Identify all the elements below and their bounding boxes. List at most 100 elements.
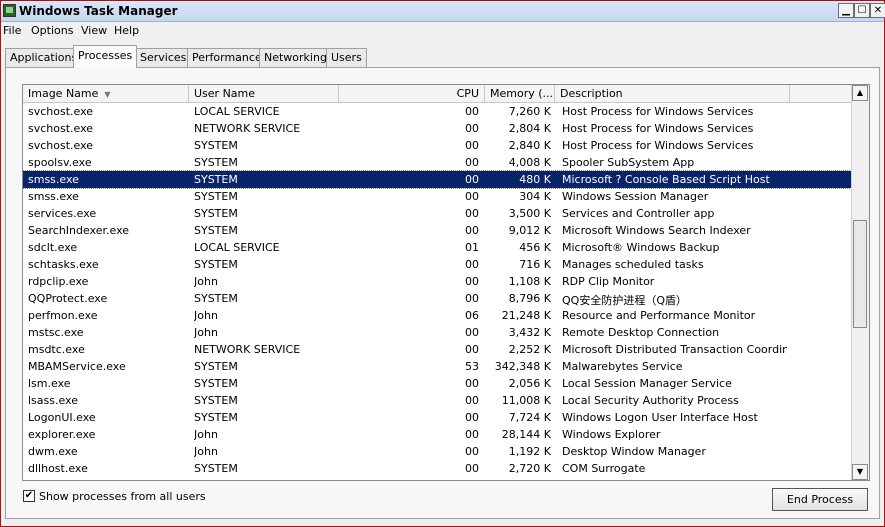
cell-user-name: NETWORK SERVICE (194, 122, 301, 135)
tab-applications[interactable]: Applications (5, 48, 83, 67)
column-header-cpu[interactable]: CPU (339, 85, 485, 102)
table-row[interactable]: sdclt.exe LOCAL SERVICE 01 456 K Microsoft® … (23, 239, 853, 256)
cell-description: Remote Desktop Connection (562, 326, 720, 339)
cell-image-name: svchost.exe (28, 122, 94, 135)
cell-cpu: 00 (465, 292, 479, 305)
menu-file[interactable]: File (3, 24, 21, 37)
table-row[interactable]: svchost.exe LOCAL SERVICE 00 7,260 K Host Pr… (23, 103, 853, 120)
column-header-user-name[interactable]: User Name (189, 85, 339, 102)
cell-user-name: LOCAL SERVICE (194, 241, 280, 254)
menu-help[interactable]: Help (114, 24, 139, 37)
cell-description: Host Process for Windows Services (562, 122, 754, 135)
cell-cpu: 06 (465, 309, 479, 322)
table-row[interactable]: rdpclip.exe John 00 1,108 K RDP Clip Monitor (23, 273, 853, 290)
column-header-description[interactable]: Description (555, 85, 790, 102)
show-all-users-checkbox[interactable]: ✔ (23, 490, 35, 502)
cell-cpu: 00 (465, 207, 479, 220)
cell-memory: 3,500 K (508, 207, 551, 220)
column-header-memory[interactable]: Memory (... (485, 85, 555, 102)
cell-memory: 716 K (519, 258, 551, 271)
table-row[interactable]: dwm.exe John 00 1,192 K Desktop Window Manag… (23, 443, 853, 460)
table-row[interactable]: lsm.exe SYSTEM 00 2,056 K Local Session Mana… (23, 375, 853, 392)
cell-memory: 2,804 K (508, 122, 551, 135)
scroll-up-arrow-icon[interactable]: ▲ (852, 85, 868, 101)
task-manager-window: Windows Task Manager ▁ ☐ ✕ File Options … (0, 0, 885, 527)
table-row[interactable]: services.exe SYSTEM 00 3,500 K Services and … (23, 205, 853, 222)
table-row[interactable]: schtasks.exe SYSTEM 00 716 K Manages schedul… (23, 256, 853, 273)
menu-options[interactable]: Options (31, 24, 73, 37)
table-row[interactable]: smss.exe SYSTEM 00 304 K Windows Session Man… (23, 188, 853, 205)
table-row[interactable]: lsass.exe SYSTEM 00 11,008 K Local Security … (23, 392, 853, 409)
tab-networking[interactable]: Networking (259, 48, 332, 67)
table-row[interactable]: QQProtect.exe SYSTEM 00 8,796 K QQ安全防护进程（Q盾） (23, 290, 853, 307)
cell-memory: 3,432 K (508, 326, 551, 339)
task-manager-app-icon (3, 4, 16, 17)
cell-cpu: 00 (465, 275, 479, 288)
cell-image-name: svchost.exe (28, 139, 94, 152)
cell-memory: 4,008 K (508, 156, 551, 169)
table-row[interactable]: LogonUI.exe SYSTEM 00 7,724 K Windows Logon … (23, 409, 853, 426)
cell-user-name: SYSTEM (194, 292, 238, 305)
end-process-button[interactable]: End Process (772, 488, 868, 511)
table-row[interactable]: SearchIndexer.exe SYSTEM 00 9,012 K Microsof… (23, 222, 853, 239)
cell-cpu: 01 (465, 241, 479, 254)
table-row[interactable]: perfmon.exe John 06 21,248 K Resource and Pe… (23, 307, 853, 324)
cell-memory: 1,108 K (508, 275, 551, 288)
scroll-down-arrow-icon[interactable]: ▼ (852, 464, 868, 480)
sort-descending-icon: ▼ (104, 90, 111, 99)
cell-cpu: 00 (465, 326, 479, 339)
table-row[interactable]: svchost.exe SYSTEM 00 2,840 K Host Process f… (23, 137, 853, 154)
table-row[interactable]: mstsc.exe John 00 3,432 K Remote Desktop Con… (23, 324, 853, 341)
cell-image-name: perfmon.exe (28, 309, 98, 322)
cell-image-name: mstsc.exe (28, 326, 84, 339)
cell-cpu: 00 (465, 190, 479, 203)
cell-user-name: SYSTEM (194, 224, 238, 237)
show-all-users-label: Show processes from all users (39, 490, 206, 503)
tab-performance[interactable]: Performance (187, 48, 267, 67)
cell-memory: 342,348 K (494, 360, 551, 373)
table-row[interactable]: dllhost.exe SYSTEM 00 2,720 K COM Surrogate (23, 460, 853, 477)
tab-processes[interactable]: Processes (73, 45, 138, 68)
cell-user-name: SYSTEM (194, 377, 238, 390)
cell-memory: 1,192 K (508, 445, 551, 458)
close-button[interactable]: ✕ (870, 3, 885, 18)
minimize-button[interactable]: ▁ (838, 3, 854, 18)
cell-image-name: services.exe (28, 207, 97, 220)
cell-image-name: lsass.exe (28, 394, 78, 407)
cell-image-name: LogonUI.exe (28, 411, 96, 424)
cell-memory: 9,012 K (508, 224, 551, 237)
scrollbar-thumb[interactable] (853, 220, 867, 328)
cell-description: Resource and Performance Monitor (562, 309, 756, 322)
cell-image-name: spoolsv.exe (28, 156, 92, 169)
cell-description: Microsoft Distributed Transaction Coordi… (562, 343, 787, 356)
cell-user-name: LOCAL SERVICE (194, 105, 280, 118)
table-row[interactable]: MBAMService.exe SYSTEM 53 342,348 K Malwareb… (23, 358, 853, 375)
menu-view[interactable]: View (81, 24, 107, 37)
title-bar[interactable]: Windows Task Manager ▁ ☐ ✕ (1, 1, 885, 22)
tab-users[interactable]: Users (326, 48, 367, 67)
cell-image-name: schtasks.exe (28, 258, 99, 271)
cell-cpu: 00 (465, 122, 479, 135)
cell-image-name: QQProtect.exe (28, 292, 108, 305)
cell-description: Windows Session Manager (562, 190, 709, 203)
cell-cpu: 00 (465, 394, 479, 407)
table-row[interactable]: svchost.exe NETWORK SERVICE 00 2,804 K Host … (23, 120, 853, 137)
tab-services[interactable]: Services (135, 48, 192, 67)
table-row[interactable]: msdtc.exe NETWORK SERVICE 00 2,252 K Microso… (23, 341, 853, 358)
tab-strip: Applications Processes Services Performa… (1, 45, 884, 68)
cell-description: Host Process for Windows Services (562, 139, 754, 152)
cell-description: Windows Explorer (562, 428, 661, 441)
vertical-scrollbar[interactable]: ▲ ▼ (851, 85, 869, 480)
cell-cpu: 00 (465, 139, 479, 152)
column-header-image-name[interactable]: Image Name ▼ (23, 85, 189, 102)
cell-image-name: smss.exe (28, 190, 79, 203)
cell-cpu: 00 (465, 343, 479, 356)
table-row[interactable]: explorer.exe John 00 28,144 K Windows Explor… (23, 426, 853, 443)
maximize-button[interactable]: ☐ (854, 3, 870, 18)
table-row[interactable]: spoolsv.exe SYSTEM 00 4,008 K Spooler SubSys… (23, 154, 853, 171)
process-list[interactable]: Image Name ▼ User Name CPU Memory (... De… (22, 84, 870, 481)
cell-memory: 2,056 K (508, 377, 551, 390)
table-row[interactable]: smss.exe SYSTEM 00 480 K Microsoft ? Console… (23, 170, 854, 189)
cell-description: Host Process for Windows Services (562, 105, 754, 118)
cell-cpu: 00 (465, 156, 479, 169)
